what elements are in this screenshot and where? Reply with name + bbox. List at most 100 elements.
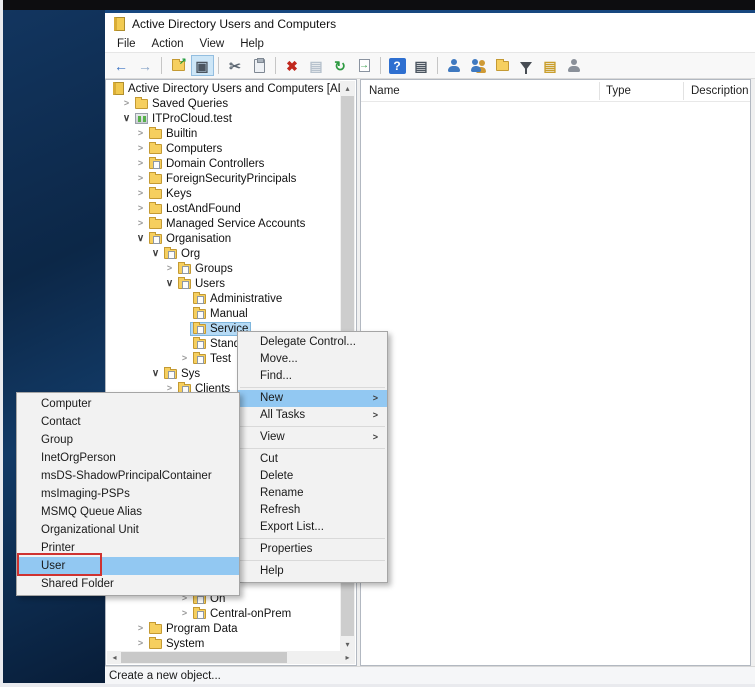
column-divider[interactable] xyxy=(599,82,600,100)
back-button[interactable]: ← xyxy=(110,55,133,76)
context-menu-item-cut[interactable]: Cut xyxy=(238,451,387,468)
tree-chevron-expanded-icon[interactable]: ∨ xyxy=(120,111,133,126)
tree-chevron-collapsed-icon[interactable]: > xyxy=(134,156,147,171)
scroll-right-icon[interactable]: ▸ xyxy=(340,651,355,664)
toolbar-separator xyxy=(380,57,381,74)
tree-item-program-data[interactable]: >Program Data xyxy=(107,621,340,636)
context-menu-item-properties[interactable]: Properties xyxy=(238,541,387,558)
tree-chevron-collapsed-icon[interactable]: > xyxy=(134,126,147,141)
filter-button[interactable] xyxy=(515,55,538,76)
context-menu-item-view[interactable]: View> xyxy=(238,429,387,446)
column-header-type[interactable]: Type xyxy=(606,80,631,102)
tree-item-system[interactable]: >System xyxy=(107,636,340,651)
tree-item-domain-controllers[interactable]: >Domain Controllers xyxy=(107,156,340,171)
tree-item-organisation[interactable]: ∨Organisation xyxy=(107,231,340,246)
tree-chevron-collapsed-icon[interactable]: > xyxy=(134,186,147,201)
tree-item-users[interactable]: ∨Users xyxy=(107,276,340,291)
scroll-down-icon[interactable]: ▾ xyxy=(340,637,355,651)
context-menu-item-export-list[interactable]: Export List... xyxy=(238,519,387,536)
tree-node: LostAndFound xyxy=(147,203,243,215)
tree-chevron-expanded-icon[interactable]: ∨ xyxy=(163,276,176,291)
tree-chevron-expanded-icon[interactable]: ∨ xyxy=(149,366,162,381)
tree-item-groups[interactable]: >Groups xyxy=(107,261,340,276)
new-submenu-item-user[interactable]: User xyxy=(17,557,239,575)
show-window-button[interactable]: ▤ xyxy=(410,55,433,76)
column-header-description[interactable]: Description xyxy=(691,80,749,102)
forward-button[interactable]: → xyxy=(134,55,157,76)
new-user-button[interactable] xyxy=(443,55,466,76)
properties-disabled-icon: ▤ xyxy=(309,59,322,73)
show-console-tree-button[interactable]: ▣ xyxy=(191,55,214,76)
scroll-left-icon[interactable]: ◂ xyxy=(107,651,122,664)
tree-chevron-collapsed-icon[interactable]: > xyxy=(134,636,147,651)
scroll-up-icon[interactable]: ▴ xyxy=(340,81,355,95)
export-list-button[interactable]: → xyxy=(353,55,376,76)
context-menu-item-find[interactable]: Find... xyxy=(238,368,387,385)
refresh-button[interactable]: ↻ xyxy=(329,55,352,76)
context-menu-item-rename[interactable]: Rename xyxy=(238,485,387,502)
tree-chevron-collapsed-icon[interactable]: > xyxy=(134,171,147,186)
new-submenu-item-contact[interactable]: Contact xyxy=(17,413,239,431)
tree-node: Keys xyxy=(147,188,194,200)
cut-button[interactable]: ✂ xyxy=(224,55,247,76)
tree-item-lostandfound[interactable]: >LostAndFound xyxy=(107,201,340,216)
menu-file[interactable]: File xyxy=(109,35,144,52)
new-ou-folder-button[interactable] xyxy=(491,55,514,76)
menu-help[interactable]: Help xyxy=(232,35,272,52)
tree-chevron-collapsed-icon[interactable]: > xyxy=(134,216,147,231)
tree-item-itprocloud-test[interactable]: ∨ITProCloud.test xyxy=(107,111,340,126)
tree-item-org[interactable]: ∨Org xyxy=(107,246,340,261)
open-parent-folder-button[interactable]: ↗ xyxy=(167,55,190,76)
new-submenu-item-computer[interactable]: Computer xyxy=(17,395,239,413)
tree-item-central-onprem[interactable]: >Central-onPrem xyxy=(107,606,340,621)
tree-item-saved-queries[interactable]: >Saved Queries xyxy=(107,96,340,111)
tree-chevron-collapsed-icon[interactable]: > xyxy=(178,606,191,621)
context-menu-item-all-tasks[interactable]: All Tasks> xyxy=(238,407,387,424)
column-header-name[interactable]: Name xyxy=(369,80,400,102)
tree-item-computers[interactable]: >Computers xyxy=(107,141,340,156)
tree-item-manual[interactable]: Manual xyxy=(107,306,340,321)
properties-disabled-button[interactable]: ▤ xyxy=(305,55,328,76)
tree-item-builtin[interactable]: >Builtin xyxy=(107,126,340,141)
tree-chevron-expanded-icon[interactable]: ∨ xyxy=(149,246,162,261)
context-menu-item-new[interactable]: New> xyxy=(238,390,387,407)
tree-chevron-collapsed-icon[interactable]: > xyxy=(134,141,147,156)
new-window-button[interactable]: ▤ xyxy=(539,55,562,76)
menu-action[interactable]: Action xyxy=(144,35,192,52)
tree-chevron-collapsed-icon[interactable]: > xyxy=(178,351,191,366)
new-submenu-item-inetorgperson[interactable]: InetOrgPerson xyxy=(17,449,239,467)
new-submenu-item-group[interactable]: Group xyxy=(17,431,239,449)
tree-horizontal-scrollbar[interactable]: ◂ ▸ xyxy=(107,651,355,664)
new-submenu-item-organizational-unit[interactable]: Organizational Unit xyxy=(17,521,239,539)
context-menu-item-delete[interactable]: Delete xyxy=(238,468,387,485)
tree-chevron-expanded-icon[interactable]: ∨ xyxy=(134,231,147,246)
tree-item-active-directory-users-and-computers-ads01-itp[interactable]: Active Directory Users and Computers [AD… xyxy=(107,81,340,96)
context-menu-item-refresh[interactable]: Refresh xyxy=(238,502,387,519)
column-divider[interactable] xyxy=(683,82,684,100)
menu-item-label: Shared Folder xyxy=(41,578,114,590)
tree-item-foreignsecurityprincipals[interactable]: >ForeignSecurityPrincipals xyxy=(107,171,340,186)
context-menu-item-delegate-control[interactable]: Delegate Control... xyxy=(238,334,387,351)
new-submenu-item-msimaging-psps[interactable]: msImaging-PSPs xyxy=(17,485,239,503)
context-menu-item-move[interactable]: Move... xyxy=(238,351,387,368)
set-password-button[interactable] xyxy=(563,55,586,76)
tree-item-managed-service-accounts[interactable]: >Managed Service Accounts xyxy=(107,216,340,231)
tree-item-keys[interactable]: >Keys xyxy=(107,186,340,201)
context-menu: Delegate Control...Move...Find... New>All… xyxy=(237,331,388,583)
horizontal-scroll-thumb[interactable] xyxy=(121,652,287,663)
menu-view[interactable]: View xyxy=(192,35,233,52)
tree-chevron-collapsed-icon[interactable]: > xyxy=(134,201,147,216)
new-submenu-item-shared-folder[interactable]: Shared Folder xyxy=(17,575,239,593)
help-button[interactable]: ? xyxy=(386,55,409,76)
delete-button[interactable]: ✖ xyxy=(281,55,304,76)
new-submenu-item-msmq-queue-alias[interactable]: MSMQ Queue Alias xyxy=(17,503,239,521)
tree-chevron-collapsed-icon[interactable]: > xyxy=(134,621,147,636)
tree-chevron-collapsed-icon[interactable]: > xyxy=(163,261,176,276)
new-submenu-item-msds-shadowprincipalcontainer[interactable]: msDS-ShadowPrincipalContainer xyxy=(17,467,239,485)
new-submenu-item-printer[interactable]: Printer xyxy=(17,539,239,557)
context-menu-item-help[interactable]: Help xyxy=(238,563,387,580)
paste-button[interactable] xyxy=(248,55,271,76)
new-group-button[interactable] xyxy=(467,55,490,76)
tree-chevron-collapsed-icon[interactable]: > xyxy=(120,96,133,111)
tree-item-administrative[interactable]: Administrative xyxy=(107,291,340,306)
